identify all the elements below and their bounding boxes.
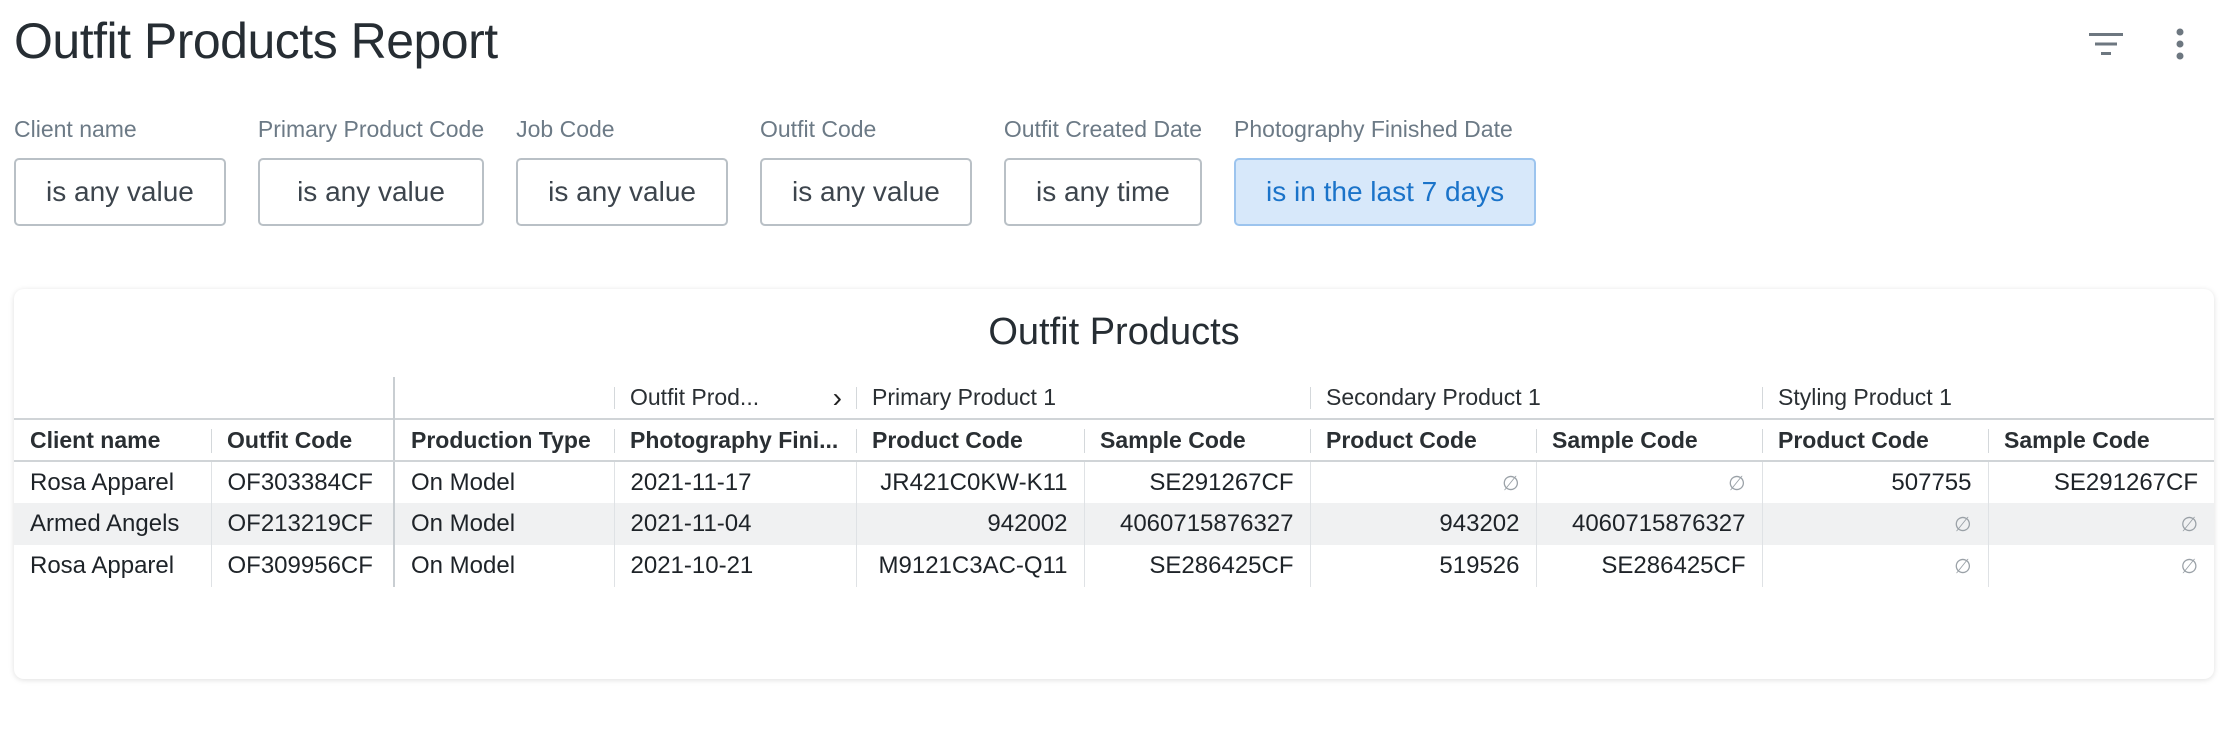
cell-secondary-product-code: 519526 [1309, 545, 1536, 587]
group-header-empty [211, 377, 395, 419]
filter-label: Client name [14, 116, 137, 142]
cell-outfit-code: OF309956CF [210, 545, 395, 587]
cell-outfit-code: OF213219CF [210, 503, 395, 545]
group-label: Styling Product 1 [1778, 384, 1952, 410]
column-header[interactable]: Sample Code [1988, 418, 2214, 462]
filter-value-button[interactable]: is any time [1003, 158, 1203, 226]
cell-primary-product-code: 942002 [855, 503, 1084, 545]
cell-styling-sample-code: SE291267CF [1987, 461, 2214, 503]
group-header-primary-product: Primary Product 1 [856, 377, 1310, 419]
cell-secondary-product-code: ∅ [1309, 461, 1536, 503]
group-header-secondary-product: Secondary Product 1 [1310, 377, 1762, 419]
null-value: ∅ [2180, 556, 2198, 578]
filter-photography-finished-date: Photography Finished Date is in the last… [1234, 116, 1537, 226]
cell-primary-sample-code: SE286425CF [1083, 545, 1310, 587]
group-header-empty [394, 377, 614, 419]
cell-styling-product-code: ∅ [1761, 545, 1988, 587]
filter-outfit-code: Outfit Code is any value [760, 116, 972, 226]
cell-production-type: On Model [393, 545, 614, 587]
column-header[interactable]: Sample Code [1536, 418, 1762, 462]
filter-job-code: Job Code is any value [516, 116, 728, 226]
cell-secondary-sample-code: SE286425CF [1535, 545, 1762, 587]
cell-primary-product-code: M9121C3AC-Q11 [855, 545, 1084, 587]
cell-client-name: Rosa Apparel [30, 552, 175, 579]
null-value: ∅ [1954, 556, 1972, 578]
cell-primary-product-code: JR421C0KW-K11 [855, 461, 1084, 503]
column-header[interactable]: Photography Fini... [614, 418, 856, 462]
outfit-products-card: Outfit Products Outfit Prod... › Primary… [14, 289, 2214, 679]
group-label: Primary Product 1 [872, 384, 1057, 410]
column-header[interactable]: Production Type [394, 418, 614, 462]
cell-primary-sample-code: SE291267CF [1083, 461, 1310, 503]
cell-client-name: Armed Angels [14, 503, 211, 545]
group-label: Outfit Prod... [630, 384, 760, 410]
cell-secondary-sample-code: ∅ [1535, 461, 1762, 503]
table-row[interactable]: Rosa Apparel OF303384CF On Model 2021-11… [14, 461, 2214, 503]
filter-client-name: Client name is any value [14, 116, 226, 226]
cell-production-type: On Model [393, 503, 614, 545]
filter-value-button[interactable]: is any value [14, 158, 226, 226]
column-header-row: Client name Outfit Code Production Type … [14, 418, 2214, 462]
filter-label: Outfit Code [760, 116, 877, 142]
filter-label: Primary Product Code [257, 116, 485, 142]
cell-production-type: On Model [393, 461, 614, 503]
filter-outfit-created-date: Outfit Created Date is any time [1003, 116, 1203, 226]
column-header[interactable]: Sample Code [1084, 418, 1310, 462]
filter-value-button[interactable]: is any value [257, 158, 485, 226]
filter-primary-product-code: Primary Product Code is any value [257, 116, 485, 226]
filter-bar: Client name is any value Primary Product… [14, 116, 1537, 226]
more-vert-icon[interactable] [2162, 26, 2198, 62]
cell-photography-finished: 2021-11-17 [613, 461, 856, 503]
cell-styling-sample-code: ∅ [1987, 503, 2214, 545]
column-header[interactable]: Client name [14, 418, 211, 462]
chevron-right-icon[interactable]: › [833, 383, 842, 412]
filter-label: Photography Finished Date [1234, 116, 1513, 142]
cell-secondary-sample-code: 4060715876327 [1535, 503, 1762, 545]
cell-styling-product-code: 507755 [1761, 461, 1988, 503]
null-value: ∅ [2180, 514, 2198, 536]
null-value: ∅ [1728, 472, 1746, 495]
cell-styling-product-code: ∅ [1761, 503, 1988, 545]
report-page: Outfit Products Report Client name is an… [0, 0, 2234, 736]
cell-secondary-product-code: 943202 [1309, 503, 1536, 545]
null-value: ∅ [1954, 514, 1972, 536]
filter-label: Outfit Created Date [1003, 116, 1203, 142]
cell-styling-sample-code: ∅ [1987, 545, 2214, 587]
filter-value-button[interactable]: is any value [516, 158, 728, 226]
null-value: ∅ [1502, 472, 1520, 495]
group-header-styling-product: Styling Product 1 [1762, 377, 2214, 419]
column-group-row: Outfit Prod... › Primary Product 1 Secon… [14, 377, 2214, 419]
filter-list-icon[interactable] [2088, 26, 2124, 62]
top-toolbar [2088, 26, 2198, 62]
filter-value-button-active[interactable]: is in the last 7 days [1234, 158, 1537, 226]
page-title: Outfit Products Report [14, 13, 498, 69]
column-header[interactable]: Outfit Code [211, 418, 395, 462]
cell-client-name: Rosa Apparel [30, 468, 175, 496]
filter-label: Job Code [516, 116, 615, 142]
column-header[interactable]: Product Code [1310, 418, 1536, 462]
cell-primary-sample-code: 4060715876327 [1083, 503, 1310, 545]
filter-value-button[interactable]: is any value [760, 158, 972, 226]
column-header[interactable]: Product Code [856, 418, 1084, 462]
group-label: Secondary Product 1 [1326, 384, 1541, 410]
outfit-products-table: Outfit Prod... › Primary Product 1 Secon… [14, 377, 2214, 587]
card-title: Outfit Products [988, 311, 1240, 353]
group-header-outfit-prod[interactable]: Outfit Prod... › [614, 377, 856, 419]
cell-photography-finished: 2021-11-04 [613, 503, 856, 545]
group-header-empty [14, 377, 211, 419]
cell-outfit-code: OF303384CF [210, 461, 395, 503]
table-row[interactable]: Armed Angels OF213219CF On Model 2021-11… [14, 503, 2214, 545]
column-header[interactable]: Product Code [1762, 418, 1988, 462]
table-row[interactable]: Rosa Apparel OF309956CF On Model 2021-10… [14, 545, 2214, 587]
cell-photography-finished: 2021-10-21 [613, 545, 856, 587]
